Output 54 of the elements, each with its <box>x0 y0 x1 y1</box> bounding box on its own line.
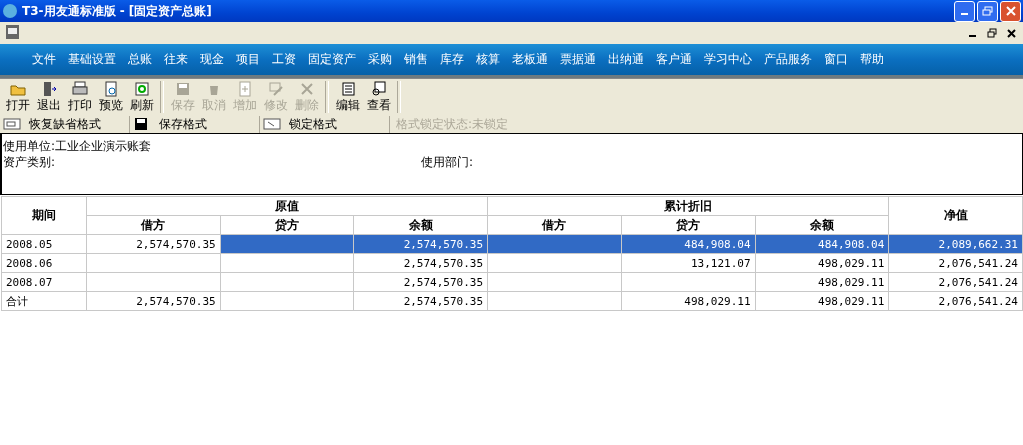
menu-item[interactable]: 总账 <box>128 51 152 68</box>
menu-item[interactable]: 工资 <box>272 51 296 68</box>
menu-item[interactable]: 核算 <box>476 51 500 68</box>
column-group-header: 累计折旧 <box>487 196 889 216</box>
menu-item[interactable]: 库存 <box>440 51 464 68</box>
unit-label: 使用单位:工业企业演示账套 <box>3 138 153 154</box>
image-icon <box>3 116 21 132</box>
printer-icon <box>71 80 88 97</box>
cross-icon <box>298 80 315 97</box>
menu-item[interactable]: 出纳通 <box>608 51 644 68</box>
format-button[interactable]: 恢复缺省格式 <box>0 115 130 133</box>
toolbar-button[interactable]: 查看 <box>363 80 394 114</box>
toolbar-button[interactable]: 退出 <box>33 80 64 114</box>
format-button[interactable]: 锁定格式 <box>260 115 390 133</box>
menu-item[interactable]: 现金 <box>200 51 224 68</box>
pencil-icon <box>267 80 284 97</box>
menu-item[interactable]: 学习中心 <box>704 51 752 68</box>
menu-item[interactable]: 固定资产 <box>308 51 356 68</box>
app-icon <box>2 3 18 19</box>
menu-item[interactable]: 产品服务 <box>764 51 812 68</box>
category-label: 资产类别: <box>3 154 57 170</box>
menu-item[interactable]: 客户通 <box>656 51 692 68</box>
document-icon <box>4 24 22 42</box>
close-icon <box>1005 6 1016 16</box>
toolbar-button[interactable]: 刷新 <box>126 80 157 114</box>
menu-item[interactable]: 基础设置 <box>68 51 116 68</box>
menu-item[interactable]: 票据通 <box>560 51 596 68</box>
search-icon <box>370 80 387 97</box>
column-header: 净值 <box>888 196 1023 235</box>
menu-item[interactable]: 往来 <box>164 51 188 68</box>
menu-item[interactable]: 老板通 <box>512 51 548 68</box>
department-label: 使用部门: <box>421 154 475 170</box>
column-group-header: 原值 <box>86 196 488 216</box>
menu-item[interactable]: 采购 <box>368 51 392 68</box>
page-icon <box>102 80 119 97</box>
toolbar-button[interactable]: 预览 <box>95 80 126 114</box>
menu-item[interactable]: 帮助 <box>860 51 884 68</box>
refresh-icon <box>133 80 150 97</box>
menu-item[interactable]: 窗口 <box>824 51 848 68</box>
close-icon <box>1006 28 1016 38</box>
restore-icon <box>987 28 997 38</box>
menu-item[interactable]: 文件 <box>32 51 56 68</box>
toolbar-button[interactable]: 打印 <box>64 80 95 114</box>
menu-item[interactable]: 销售 <box>404 51 428 68</box>
restore-icon <box>982 6 993 16</box>
window-title: T3-用友通标准版 - [固定资产总账] <box>22 2 213 20</box>
restore-button[interactable] <box>977 0 998 22</box>
sheet-icon <box>339 80 356 97</box>
add-page-icon <box>236 80 253 97</box>
column-header: 期间 <box>1 196 87 235</box>
toolbar-button[interactable]: 打开 <box>2 80 33 114</box>
menu-item[interactable]: 项目 <box>236 51 260 68</box>
toolbar-button[interactable]: 编辑 <box>332 80 363 114</box>
format-status: 格式锁定状态:未锁定 <box>396 115 509 133</box>
